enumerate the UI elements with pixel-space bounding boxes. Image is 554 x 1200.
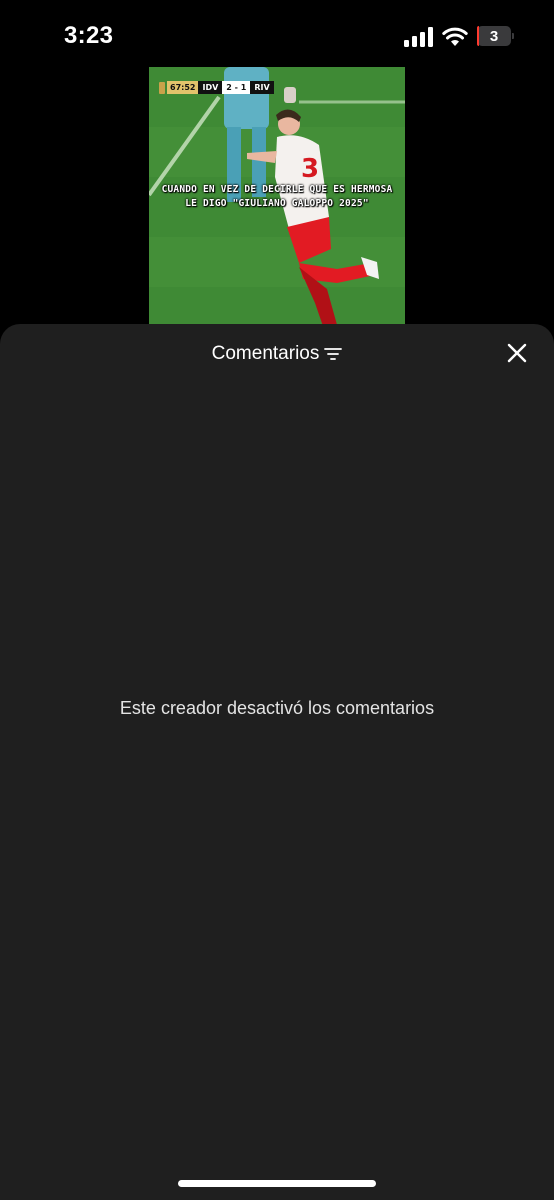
match-clock: 67:52 — [167, 81, 199, 94]
video-caption: CUANDO EN VEZ DE DECIRLE QUE ES HERMOSA … — [149, 183, 405, 211]
comments-title-button[interactable]: Comentarios — [212, 343, 343, 365]
wifi-icon — [442, 27, 468, 46]
away-team: RIV — [250, 81, 274, 94]
status-time: 3:23 — [64, 22, 114, 49]
close-icon[interactable] — [505, 341, 529, 365]
home-indicator[interactable] — [178, 1180, 376, 1187]
comments-sheet: Comentarios Este creador desactivó los c… — [0, 324, 554, 1200]
battery-body: 3 — [477, 26, 511, 46]
battery-fill — [477, 26, 479, 46]
player-number: 3 — [301, 154, 319, 184]
scoreboard: 67:52 IDV 2 - 1 RIV — [159, 81, 274, 94]
filter-icon[interactable] — [324, 347, 343, 361]
comments-disabled-message: Este creador desactivó los comentarios — [119, 698, 435, 718]
video-preview[interactable]: 3 67:52 IDV 2 - 1 RIV CUANDO EN VEZ DE D… — [149, 67, 405, 332]
caption-line-1: CUANDO EN VEZ DE DECIRLE QUE ES HERMOSA — [161, 184, 393, 195]
signal-icon — [404, 27, 433, 47]
comments-title: Comentarios — [211, 343, 320, 364]
match-score: 2 - 1 — [222, 81, 251, 94]
battery-icon: 3 — [477, 26, 515, 46]
battery-cap — [512, 33, 514, 39]
home-team: IDV — [198, 81, 223, 94]
caption-line-2: LE DIGO "GIULIANO GALOPPO 2025" — [185, 198, 369, 209]
comments-title-row: Comentarios — [0, 343, 554, 365]
league-logo — [159, 81, 165, 94]
comments-header: Comentarios — [0, 324, 554, 384]
status-bar: 3:23 3 — [0, 0, 554, 70]
battery-level: 3 — [489, 27, 499, 45]
